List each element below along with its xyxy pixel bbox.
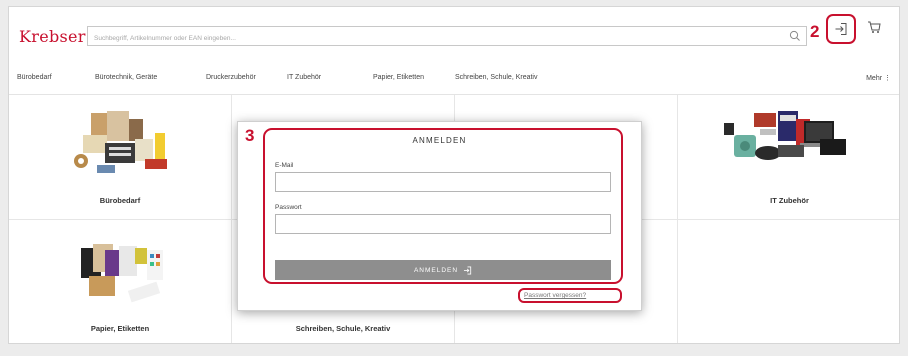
- login-form-highlight: [263, 128, 623, 284]
- forgot-password-link[interactable]: Passwort vergessen?: [524, 292, 586, 299]
- callout-number-3: 3: [245, 126, 255, 145]
- callout-number-2: 2: [810, 22, 820, 41]
- cart-icon[interactable]: [867, 20, 881, 34]
- login-icon: [835, 23, 847, 35]
- page-overlay: 2 ANMELDEN E-Mail Passwort ANMELDEN 3 Pa…: [0, 0, 908, 356]
- login-button[interactable]: [826, 14, 856, 44]
